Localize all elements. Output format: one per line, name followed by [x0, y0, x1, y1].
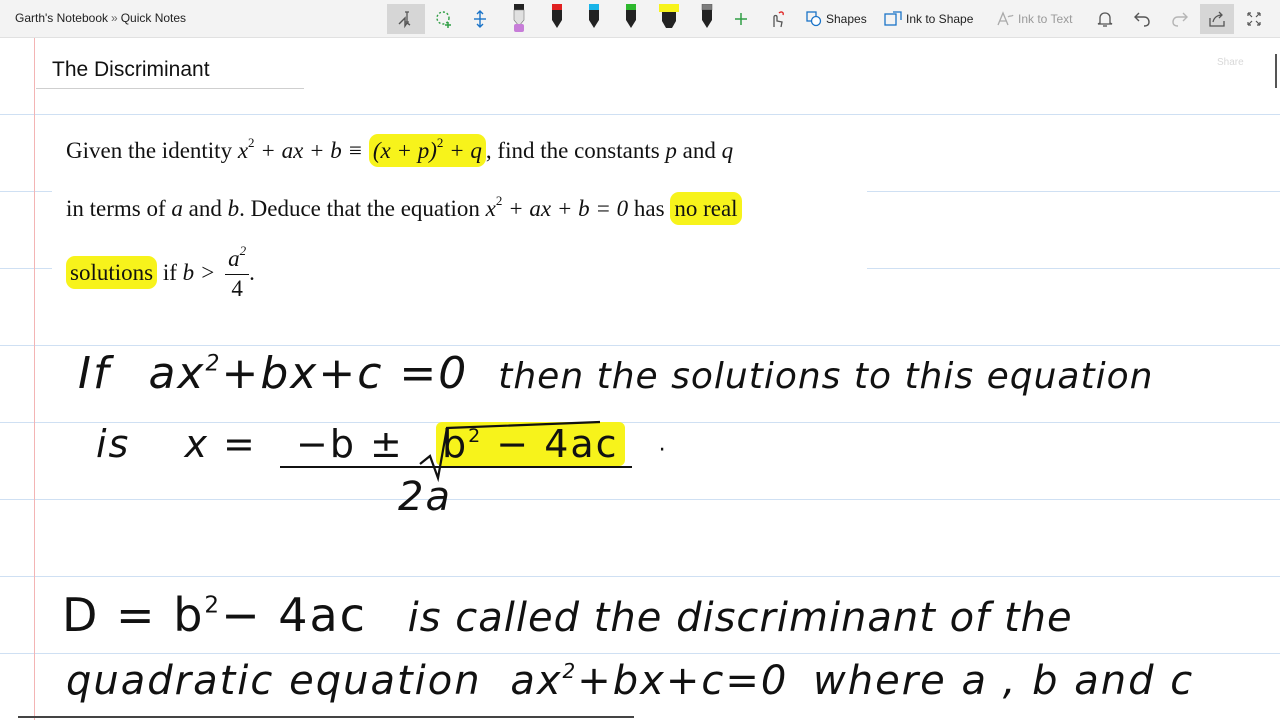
lasso-add-icon — [436, 11, 451, 28]
shapes-label: Shapes — [826, 12, 867, 26]
pen-cyan-icon — [589, 4, 599, 28]
touch-draw-icon — [773, 11, 784, 28]
share-button[interactable] — [1200, 4, 1234, 34]
sqrt-sign-stroke — [419, 420, 601, 483]
breadcrumb-separator: » — [111, 11, 118, 25]
ink-line-4[interactable]: D = b2− 4ac is called the discriminant o… — [62, 588, 1073, 642]
page-bottom-line — [18, 716, 634, 718]
insert-space-button[interactable] — [466, 4, 494, 34]
breadcrumb-notebook[interactable]: Garth's Notebook — [15, 11, 108, 25]
ink-fraction-bar — [280, 466, 632, 468]
expand-icon — [1247, 12, 1261, 26]
touch-drawing-button[interactable] — [764, 4, 790, 34]
breadcrumb[interactable]: Garth's Notebook» Quick Notes — [15, 11, 186, 25]
pen-cyan-button[interactable] — [580, 4, 608, 34]
pen-gray-icon — [701, 4, 713, 28]
full-page-view-button[interactable] — [1240, 4, 1268, 34]
breadcrumb-section[interactable]: Quick Notes — [121, 11, 186, 25]
pen-black-button[interactable] — [505, 4, 533, 34]
ink-toolbar: Garth's Notebook» Quick Notes Shapes Ink… — [0, 0, 1280, 38]
ink-to-text-label: Ink to Text — [1018, 12, 1073, 26]
ink-to-shape-button[interactable]: Ink to Shape — [880, 4, 980, 34]
ink-formula-denominator[interactable]: 2a — [398, 474, 452, 520]
add-space-lasso-button[interactable] — [430, 4, 458, 34]
lasso-select-icon — [398, 11, 411, 29]
pen-green-icon — [626, 4, 636, 28]
lasso-select-button[interactable] — [387, 4, 425, 34]
ink-to-text-icon — [997, 11, 1014, 26]
pen-green-button[interactable] — [617, 4, 645, 34]
ink-to-shape-label: Ink to Shape — [906, 12, 974, 26]
add-pen-button[interactable] — [729, 4, 753, 34]
bell-icon — [1097, 12, 1113, 27]
redo-icon — [1172, 12, 1188, 27]
notifications-button[interactable] — [1091, 4, 1119, 34]
highlighter-yellow-button[interactable] — [655, 4, 683, 34]
ink-to-text-button[interactable]: Ink to Text — [992, 4, 1078, 34]
redo-button[interactable] — [1166, 4, 1194, 34]
shapes-icon — [806, 11, 822, 27]
pen-gray-button[interactable] — [693, 4, 721, 34]
ink-to-shape-icon — [884, 11, 902, 26]
highlighter-yellow-icon — [659, 4, 679, 28]
undo-button[interactable] — [1128, 4, 1156, 34]
note-page[interactable]: The Discriminant Share Given the identit… — [0, 38, 1280, 720]
plus-icon — [735, 13, 747, 25]
insert-space-icon — [474, 10, 486, 28]
pen-red-button[interactable] — [543, 4, 571, 34]
pen-black-icon — [513, 4, 525, 32]
undo-icon — [1134, 12, 1150, 27]
shapes-button[interactable]: Shapes — [802, 4, 868, 34]
pen-red-icon — [552, 4, 562, 28]
ink-line-5[interactable]: quadratic equation ax2+bx+c=0 where a , … — [66, 658, 1194, 704]
share-icon — [1209, 11, 1225, 27]
